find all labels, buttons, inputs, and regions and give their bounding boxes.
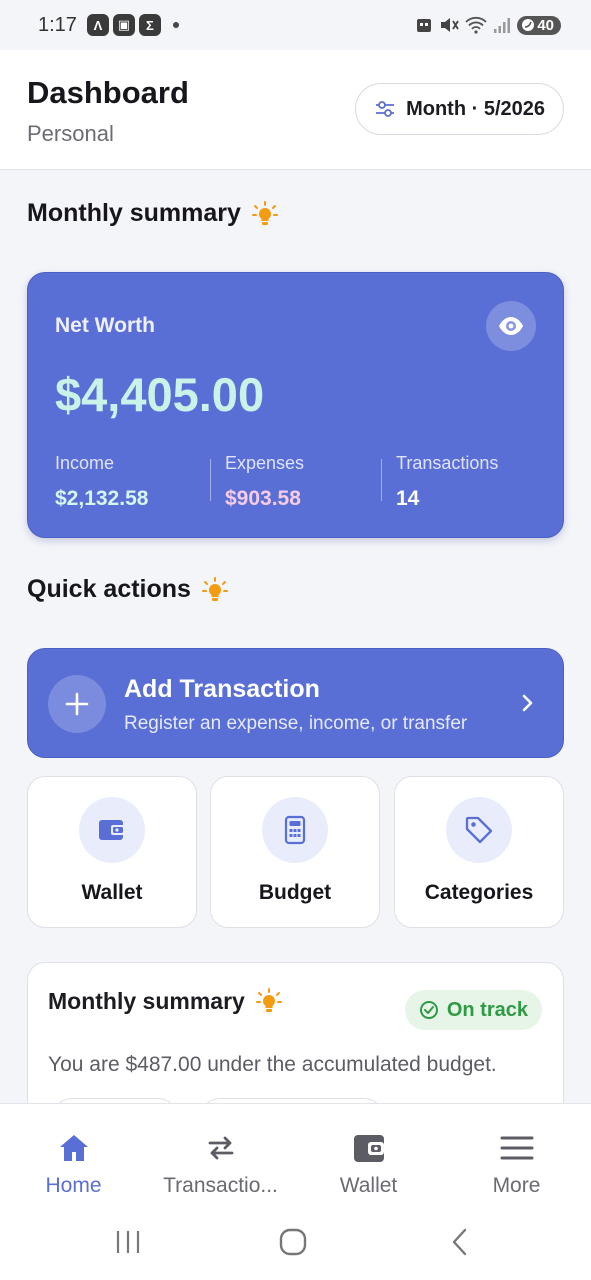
- home-icon: [57, 1131, 91, 1165]
- add-transaction-subtitle: Register an expense, income, or transfer: [124, 713, 468, 734]
- nav-transactions[interactable]: Transactio...: [147, 1104, 294, 1209]
- app-notification-icon: Λ: [86, 14, 109, 36]
- battery-level: 40: [537, 16, 554, 34]
- sigma-notification-icon: Σ: [138, 14, 161, 36]
- net-worth-amount: $4,405.00: [55, 368, 265, 421]
- battery-indicator: 40: [517, 15, 561, 35]
- wallet-icon: [79, 797, 145, 863]
- battery-saver-icon: [522, 19, 535, 31]
- net-worth-card: Net Worth $4,405.00 Income $2,132.58 Exp…: [27, 272, 564, 538]
- categories-tile-label: Categories: [424, 881, 534, 904]
- signal-icon: [494, 18, 511, 33]
- status-badge-label: On track: [446, 998, 528, 1021]
- system-navigation-bar: [0, 1208, 591, 1280]
- lightbulb-icon[interactable]: [251, 200, 279, 228]
- wifi-icon: [465, 16, 487, 34]
- stat-divider: [381, 459, 382, 501]
- expenses-label: Expenses: [225, 453, 305, 473]
- section-title-quick-actions-text: Quick actions: [27, 575, 191, 603]
- add-transaction-title: Add Transaction: [124, 675, 320, 703]
- lightbulb-icon[interactable]: [201, 576, 229, 604]
- section-title-summary: Monthly summary: [27, 199, 279, 228]
- summary-card-title-text: Monthly summary: [48, 987, 245, 1014]
- profile-subtitle: Personal: [27, 121, 114, 146]
- chevron-right-icon: [522, 694, 533, 712]
- nav-more-label: More: [492, 1174, 541, 1197]
- nav-transactions-label: Transactio...: [163, 1174, 278, 1197]
- app-header: Dashboard Personal Month · 5/2026: [0, 50, 591, 170]
- status-time: 1:17: [38, 13, 77, 36]
- income-stat: Income $2,132.58: [55, 453, 148, 511]
- transactions-value: 14: [396, 487, 420, 510]
- income-value: $2,132.58: [55, 487, 149, 510]
- add-transaction-button[interactable]: Add Transaction Register an expense, inc…: [27, 648, 564, 758]
- menu-icon: [500, 1131, 534, 1165]
- section-title-quick-actions: Quick actions: [27, 575, 229, 604]
- screenshot-notification-icon: ▣: [112, 14, 135, 36]
- nav-wallet[interactable]: Wallet: [295, 1104, 442, 1209]
- period-label: Month · 5/2026: [406, 97, 545, 120]
- sim-icon: [417, 19, 432, 32]
- transactions-label: Transactions: [396, 453, 499, 473]
- recent-apps-button[interactable]: [114, 1228, 142, 1256]
- sliders-icon: [376, 101, 395, 117]
- summary-card-title: Monthly summary: [48, 987, 283, 1015]
- toggle-visibility-button[interactable]: [486, 301, 536, 351]
- tag-icon: [446, 797, 512, 863]
- more-notifications-icon: [172, 22, 179, 28]
- transactions-stat: Transactions 14: [396, 453, 498, 511]
- wallet-tile[interactable]: Wallet: [27, 776, 197, 928]
- wallet-icon: [352, 1131, 386, 1165]
- budget-summary-text: You are $487.00 under the accumulated bu…: [48, 1053, 497, 1076]
- nav-more[interactable]: More: [443, 1104, 590, 1209]
- expenses-stat: Expenses $903.58: [225, 453, 304, 511]
- nav-home-label: Home: [45, 1174, 102, 1197]
- plus-icon: [48, 675, 106, 733]
- budget-tile[interactable]: Budget: [210, 776, 380, 928]
- home-system-button[interactable]: [279, 1228, 307, 1256]
- section-title-summary-text: Monthly summary: [27, 199, 241, 227]
- expenses-value: $903.58: [225, 487, 301, 510]
- calculator-icon: [262, 797, 328, 863]
- budget-tile-label: Budget: [258, 881, 332, 904]
- check-circle-icon: [419, 1001, 438, 1019]
- categories-tile[interactable]: Categories: [394, 776, 564, 928]
- stat-divider: [210, 459, 211, 501]
- bottom-navigation: Home Transactio... Wallet More: [0, 1103, 591, 1208]
- nav-wallet-label: Wallet: [339, 1174, 398, 1197]
- status-badge: On track: [404, 990, 542, 1030]
- mute-icon: [441, 18, 460, 32]
- net-worth-label: Net Worth: [55, 314, 155, 337]
- wallet-tile-label: Wallet: [81, 881, 143, 904]
- back-system-button[interactable]: [448, 1228, 472, 1256]
- income-label: Income: [55, 453, 115, 473]
- status-bar: 1:17 Λ ▣ Σ 40: [0, 0, 591, 50]
- period-filter-button[interactable]: Month · 5/2026: [355, 83, 564, 135]
- lightbulb-icon[interactable]: [255, 987, 283, 1015]
- eye-icon: [499, 317, 523, 335]
- nav-home[interactable]: Home: [0, 1104, 147, 1209]
- transfer-arrows-icon: [204, 1131, 238, 1165]
- page-title: Dashboard: [27, 75, 189, 110]
